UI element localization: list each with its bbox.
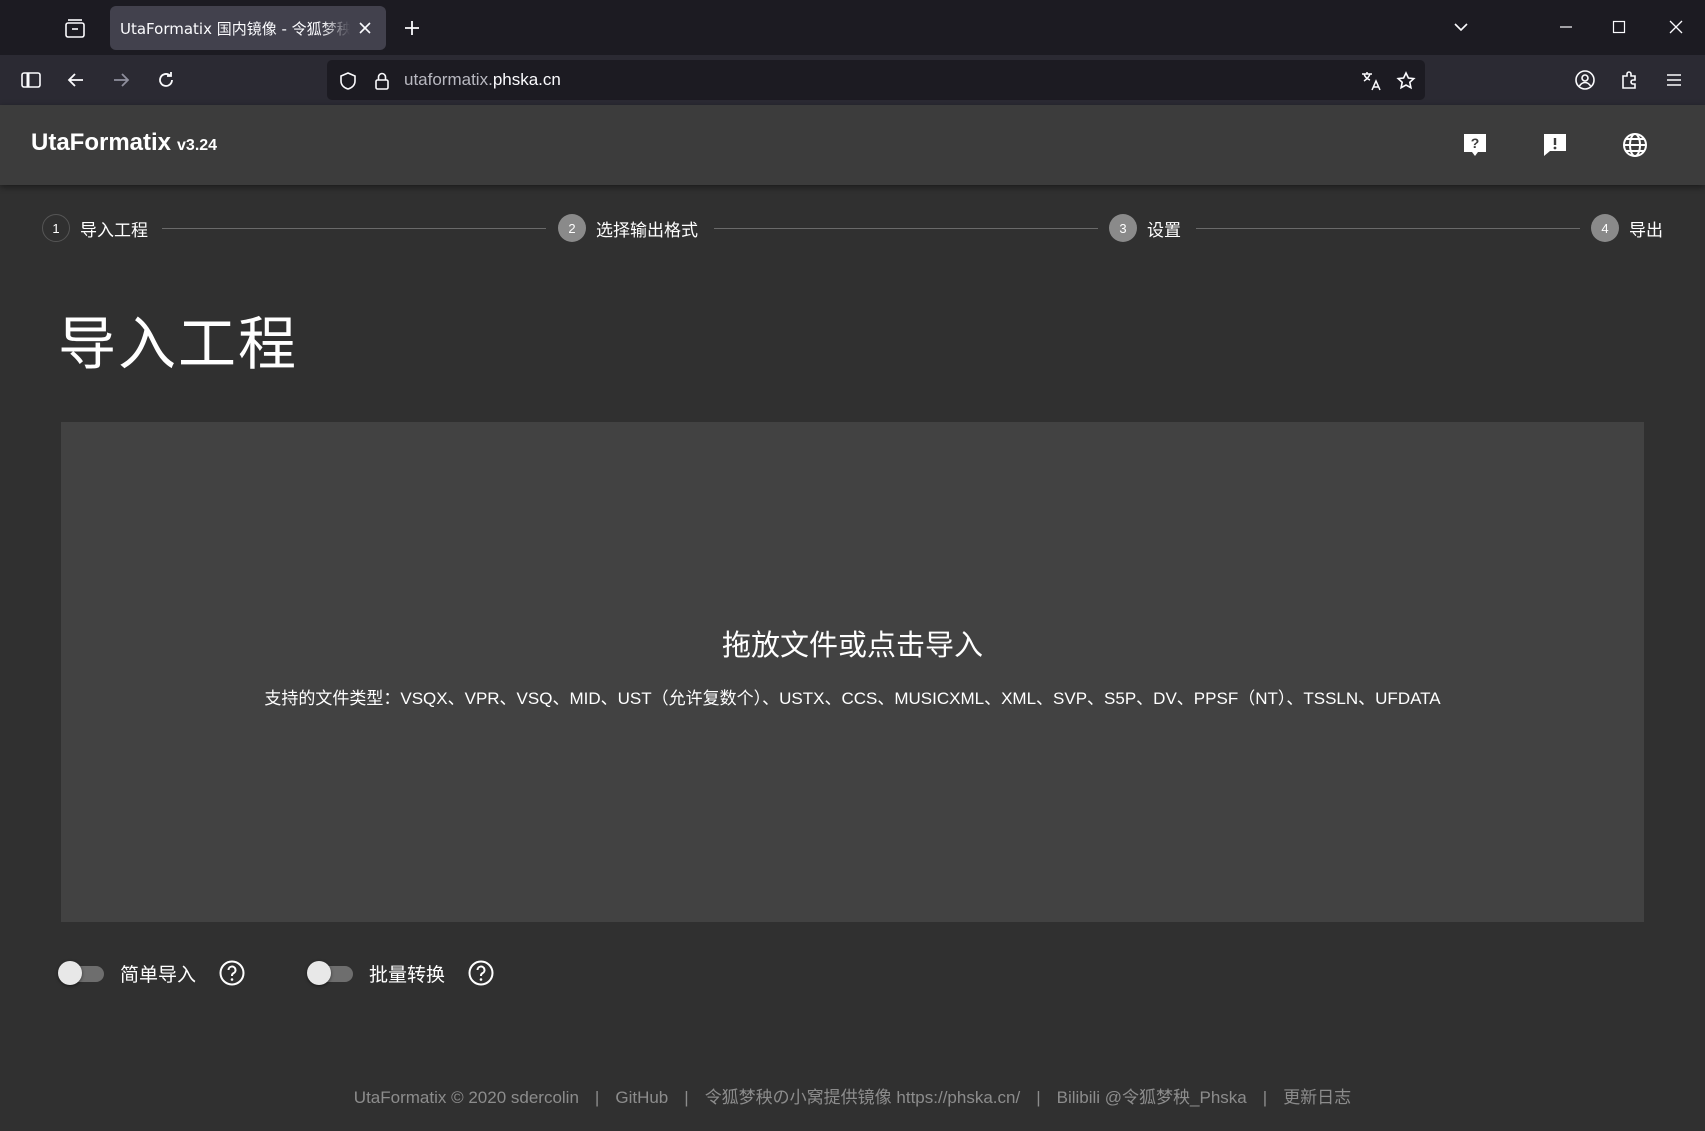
help-circle-icon[interactable] [218,959,246,987]
app-bar: UtaFormatix v3.24 ? [0,105,1705,185]
footer-bilibili-link[interactable]: Bilibili @令狐梦秧_Phska [1057,1083,1247,1108]
step-label: 导出 [1629,220,1663,241]
shield-icon[interactable] [337,70,359,92]
simple-import-label: 简单导入 [120,963,197,986]
app-version: v3.24 [177,137,218,154]
back-arrow-icon[interactable] [61,65,91,95]
step-number: 2 [558,214,586,242]
footer-separator: | [684,1088,689,1107]
url-text[interactable]: utaformatix.phska.cn [404,70,561,90]
footer-separator: | [1036,1088,1041,1107]
footer-github-link[interactable]: GitHub [615,1088,668,1108]
step-label: 导入工程 [80,220,148,241]
new-tab-icon[interactable] [398,14,426,42]
sidebar-toggle-icon[interactable] [16,65,46,95]
app-brand: UtaFormatix v3.24 [31,129,217,157]
tab-list-chevron-down-icon[interactable] [1446,12,1476,42]
tab-manager-icon[interactable] [60,15,90,43]
step-connector [1196,228,1580,229]
language-globe-icon[interactable] [1617,127,1653,163]
step-import: 1 导入工程 [42,213,148,243]
translate-icon[interactable] [1360,70,1382,92]
address-bar[interactable]: utaformatix.phska.cn [327,60,1425,100]
maximize-icon[interactable] [1604,12,1634,42]
url-subdomain: utaformatix. [404,70,493,89]
svg-text:?: ? [1471,135,1480,151]
footer-separator: | [1262,1088,1268,1107]
footer-changelog-link[interactable]: 更新日志 [1283,1083,1351,1108]
account-icon[interactable] [1570,65,1600,95]
page-title: 导入工程 [58,310,299,378]
url-domain: phska.cn [492,70,561,89]
batch-convert-toggle[interactable] [307,960,355,986]
footer-mirror-link[interactable]: 令狐梦秧の小窝提供镜像 https://phska.cn/ [705,1083,1021,1108]
browser-tab-active[interactable]: UtaFormatix 国内镜像 - 令狐梦秧の小窝 [110,6,386,50]
file-drop-zone[interactable]: 拖放文件或点击导入 支持的文件类型：VSQX、VPR、VSQ、MID、UST（允… [61,422,1644,922]
minimize-icon[interactable] [1551,12,1581,42]
step-label: 设置 [1147,220,1181,241]
help-question-icon[interactable]: ? [1457,127,1493,163]
feedback-alert-icon[interactable] [1537,127,1573,163]
toggle-thumb [58,961,82,985]
simple-import-toggle[interactable] [58,960,106,986]
menu-hamburger-icon[interactable] [1659,65,1689,95]
progress-stepper: 1 导入工程 2 选择输出格式 3 设置 4 导出 [0,213,1705,253]
step-label: 选择输出格式 [596,220,698,241]
footer: UtaFormatix © 2020 sdercolin | GitHub | 令狐梦秧… [0,1083,1705,1108]
step-connector [162,228,546,229]
browser-tab-strip: UtaFormatix 国内镜像 - 令狐梦秧の小窝 [0,0,1705,55]
step-connector [714,228,1098,229]
step-select-format: 2 选择输出格式 [558,213,698,243]
forward-arrow-icon[interactable] [106,65,136,95]
reload-icon[interactable] [151,65,181,95]
extensions-puzzle-icon[interactable] [1615,65,1645,95]
footer-copyright: UtaFormatix © 2020 sdercolin [353,1088,579,1107]
close-window-icon[interactable] [1661,12,1691,42]
tab-close-icon[interactable] [356,19,374,37]
bookmark-star-icon[interactable] [1395,70,1417,92]
simple-import-option: 简单导入 [58,955,246,991]
drop-zone-title: 拖放文件或点击导入 [721,628,983,662]
tab-title: UtaFormatix 国内镜像 - 令狐梦秧の小窝 [120,19,350,38]
supported-file-types: 支持的文件类型：VSQX、VPR、VSQ、MID、UST（允许复数个）、USTX… [264,689,1441,708]
step-export: 4 导出 [1591,213,1663,243]
step-number: 1 [42,214,70,242]
page-content: UtaFormatix v3.24 ? 1 导入工程 2 选择输出格式 3 设置 … [0,105,1705,1131]
batch-convert-label: 批量转换 [369,963,446,986]
batch-convert-option: 批量转换 [307,955,495,991]
toggle-thumb [307,961,331,985]
step-settings: 3 设置 [1109,213,1181,243]
app-name: UtaFormatix [31,129,172,156]
step-number: 4 [1591,214,1619,242]
footer-separator: | [594,1088,600,1107]
step-number: 3 [1109,214,1137,242]
browser-nav-bar: utaformatix.phska.cn [0,55,1705,105]
help-circle-icon[interactable] [467,959,495,987]
lock-icon[interactable] [371,70,393,92]
